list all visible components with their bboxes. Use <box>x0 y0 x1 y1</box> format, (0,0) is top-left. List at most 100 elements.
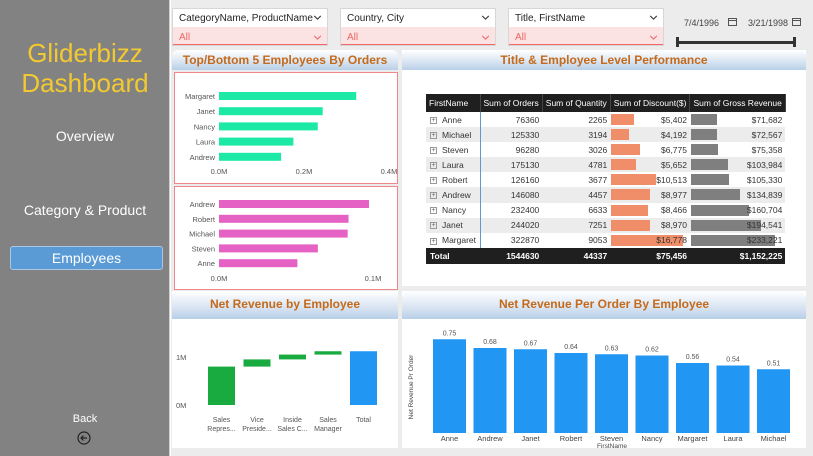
row-discount-cell: $8,977 <box>610 187 690 203</box>
row-name-cell[interactable]: + Anne <box>426 112 481 128</box>
bar-steven[interactable] <box>219 244 318 253</box>
calendar-icon[interactable] <box>728 17 737 26</box>
country-city-slicer[interactable]: Country, City All <box>340 8 496 46</box>
bar-category-label: Andrew <box>190 153 216 162</box>
bar-anne[interactable] <box>219 259 298 268</box>
bar-robert[interactable] <box>554 353 588 433</box>
discount-databar <box>611 129 630 141</box>
bar-margaret[interactable] <box>676 363 709 433</box>
date-range-slicer: 7/4/1996 3/21/1998 <box>670 6 810 50</box>
bar-michael[interactable] <box>757 369 790 433</box>
nav-overview[interactable]: Overview <box>0 128 170 144</box>
bar-laura[interactable] <box>716 365 750 434</box>
row-name-cell[interactable]: + Laura <box>426 157 481 173</box>
nav-category-product[interactable]: Category & Product <box>0 202 170 218</box>
table-row[interactable]: + Margaret 322870 9053 $16,778 $233,221 <box>426 232 785 248</box>
waterfall-bar[interactable] <box>208 366 235 405</box>
bar-category-label: Laura <box>196 138 216 147</box>
row-discount-cell: $4,192 <box>610 127 690 143</box>
bar-nancy[interactable] <box>635 355 669 434</box>
row-name-cell[interactable]: + Nancy <box>426 202 481 218</box>
row-name-cell[interactable]: + Janet <box>426 217 481 233</box>
data-label: 0.62 <box>645 347 659 354</box>
expand-plus-icon[interactable]: + <box>430 116 437 124</box>
bar-margaret[interactable] <box>219 92 357 100</box>
chevron-down-icon[interactable] <box>312 32 323 43</box>
bar-nancy[interactable] <box>219 122 318 131</box>
expand-plus-icon[interactable]: + <box>430 237 437 245</box>
expand-plus-icon[interactable]: + <box>430 222 437 230</box>
bar-robert[interactable] <box>219 214 349 223</box>
expand-plus-icon[interactable]: + <box>430 207 437 215</box>
row-quantity: 3026 <box>588 144 608 155</box>
waterfall-bar[interactable] <box>314 351 342 355</box>
bar-andrew[interactable] <box>473 348 507 433</box>
back-label[interactable]: Back <box>0 413 170 425</box>
slicer-selection[interactable]: All <box>509 27 663 45</box>
date-slider-track[interactable] <box>678 41 796 44</box>
bar-andrew[interactable] <box>219 200 369 208</box>
row-name-cell[interactable]: + Andrew <box>426 187 481 203</box>
chevron-down-icon[interactable] <box>480 12 491 23</box>
calendar-icon[interactable] <box>792 17 801 26</box>
bar-janet[interactable] <box>514 349 547 433</box>
date-slider-handle-end[interactable] <box>793 37 796 47</box>
row-name-cell[interactable]: + Robert <box>426 172 481 188</box>
col-firstname[interactable]: FirstName <box>426 94 481 112</box>
row-name-cell[interactable]: + Michael <box>426 127 481 143</box>
bar-michael[interactable] <box>219 229 348 238</box>
discount-databar <box>611 189 650 201</box>
chevron-down-icon[interactable] <box>312 12 323 23</box>
row-name-cell[interactable]: + Steven <box>426 142 481 158</box>
date-slider-handle-start[interactable] <box>676 37 679 47</box>
bar-steven[interactable] <box>595 354 628 433</box>
bar-janet[interactable] <box>219 107 323 116</box>
row-orders: 244020 <box>480 217 543 233</box>
table-row[interactable]: + Anne 76360 2265 $5,402 $71,682 <box>426 112 785 128</box>
col-quantity[interactable]: Sum of Quantity <box>542 94 611 112</box>
row-orders: 125330 <box>480 127 543 143</box>
expand-plus-icon[interactable]: + <box>430 146 437 154</box>
waterfall-bar[interactable] <box>279 354 306 360</box>
col-gross-revenue[interactable]: Sum of Gross Revenue <box>689 94 786 112</box>
bar-andrew[interactable] <box>219 152 282 161</box>
discount-databar <box>611 114 635 125</box>
waterfall-total-bar[interactable] <box>350 351 377 405</box>
back-arrow-icon[interactable] <box>77 431 91 445</box>
expand-plus-icon[interactable]: + <box>430 162 437 170</box>
bar-anne[interactable] <box>433 339 466 433</box>
expand-plus-icon[interactable]: + <box>430 131 437 139</box>
net-revenue-order-panel: Net Revenue Per Order By Employee Net Re… <box>402 291 806 448</box>
table-row[interactable]: + Nancy 232400 6633 $8,466 $160,704 <box>426 202 785 218</box>
nav-employees[interactable]: Employees <box>10 246 163 270</box>
row-name-cell[interactable]: + Margaret <box>426 232 481 248</box>
table-row[interactable]: + Steven 96280 3026 $6,775 $75,358 <box>426 142 785 158</box>
category-product-slicer[interactable]: CategoryName, ProductName All <box>172 8 328 46</box>
axis-tick-label: 0.2M <box>296 167 313 176</box>
date-start[interactable]: 7/4/1996 <box>684 18 719 28</box>
chevron-down-icon[interactable] <box>648 32 659 43</box>
bar-laura[interactable] <box>219 137 294 146</box>
slicer-selection[interactable]: All <box>173 27 327 45</box>
date-end[interactable]: 3/21/1998 <box>748 18 788 28</box>
expand-plus-icon[interactable]: + <box>430 192 437 200</box>
row-gross-cell: $72,567 <box>689 127 786 143</box>
slicer-selection[interactable]: All <box>341 27 495 45</box>
expand-plus-icon[interactable]: + <box>430 177 437 185</box>
gross-databar <box>690 144 719 156</box>
table-row[interactable]: + Robert 126160 3677 $10,513 $105,330 <box>426 172 785 188</box>
col-discount[interactable]: Sum of Discount($) <box>610 94 691 112</box>
table-row[interactable]: + Michael 125330 3194 $4,192 $72,567 <box>426 127 786 143</box>
table-row[interactable]: + Janet 244020 7251 $8,970 $194,541 <box>426 217 786 233</box>
slicer-label: Country, City <box>347 13 405 24</box>
table-row[interactable]: + Andrew 146080 4457 $8,977 $134,839 <box>426 187 786 203</box>
col-orders[interactable]: Sum of Orders <box>480 94 543 112</box>
chevron-down-icon[interactable] <box>648 12 659 23</box>
title-firstname-slicer[interactable]: Title, FirstName All <box>508 8 664 46</box>
table-row[interactable]: + Laura 175130 4781 $5,652 $103,984 <box>426 157 786 173</box>
row-gross: $72,567 <box>751 129 783 140</box>
row-gross: $71,682 <box>751 114 783 125</box>
chevron-down-icon[interactable] <box>480 32 491 43</box>
top-bottom-panel: Top/Bottom 5 Employees By Orders Margare… <box>172 50 398 291</box>
waterfall-bar[interactable] <box>243 359 271 367</box>
